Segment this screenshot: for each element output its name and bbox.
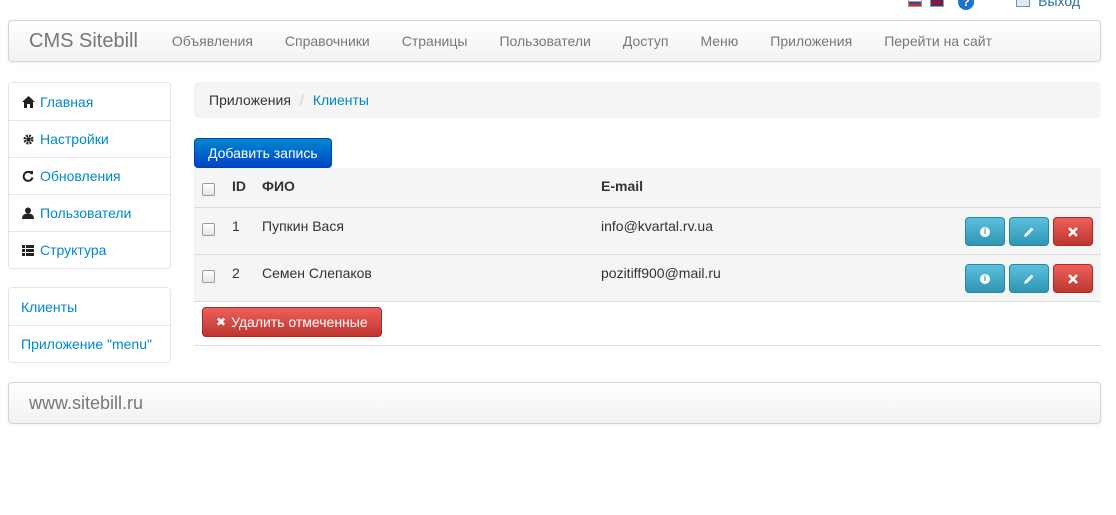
home-icon [21,95,35,109]
info-icon: i [980,273,990,284]
logout-link[interactable]: Выход [1038,0,1080,9]
sidebar-item-label: Настройки [40,131,109,147]
sidebar-item-settings[interactable]: Настройки [9,120,170,157]
clients-table: ID ФИО E-mail 1 Пупкин Вася info@kvartal… [194,168,1101,302]
gear-icon [21,132,35,146]
footer: www.sitebill.ru [8,382,1101,424]
sidebar-item-structure[interactable]: Структура [9,231,170,268]
breadcrumb: Приложения / Клиенты [194,82,1101,118]
sidebar-item-home[interactable]: Главная [9,83,170,120]
edit-icon [1024,227,1034,237]
column-header-name: ФИО [254,168,593,208]
view-button[interactable]: i [965,264,1005,293]
sidebar-item-label: Пользователи [40,205,132,221]
cell-email: info@kvartal.rv.ua [593,207,913,255]
sidebar-item-updates[interactable]: Обновления [9,157,170,194]
delete-button[interactable] [1053,217,1093,246]
sidebar-nav: Главная Настройки Обновления Пользовател… [8,82,171,269]
bulk-actions: ✖ Удалить отмеченные [194,299,1101,346]
edit-button[interactable] [1009,217,1049,246]
close-icon: ✖ [216,315,227,329]
add-record-button[interactable]: Добавить запись [194,138,332,168]
sidebar-item-clients[interactable]: Клиенты [9,288,170,325]
nav-item-dictionaries[interactable]: Справочники [269,33,386,49]
list-icon [21,243,35,257]
edit-icon [1024,274,1034,284]
sidebar-item-label: Клиенты [21,298,78,315]
info-icon: i [980,226,990,237]
sidebar-item-label: Обновления [40,168,121,184]
table-row: 1 Пупкин Вася info@kvartal.rv.ua i [194,207,1101,255]
cell-email: pozitiff900@mail.ru [593,254,913,302]
cell-name: Пупкин Вася [254,207,593,255]
nav-item-users[interactable]: Пользователи [483,33,606,49]
sidebar-apps: Клиенты Приложение "menu" [8,287,171,363]
top-utility-bar: ? Выход [908,0,1080,14]
breadcrumb-separator: / [299,92,304,108]
nav-item-menu[interactable]: Меню [684,33,754,49]
help-icon[interactable]: ? [958,0,975,10]
flag-gb-icon[interactable] [930,0,945,7]
breadcrumb-apps[interactable]: Приложения [209,92,291,108]
nav-item-ads[interactable]: Объявления [156,33,269,49]
nav-item-pages[interactable]: Страницы [386,33,484,49]
row-checkbox[interactable] [202,270,215,283]
sidebar-item-label: Структура [40,242,107,258]
table-header-row: ID ФИО E-mail [194,168,1101,208]
flag-ru-icon[interactable] [908,0,923,7]
main-navbar: CMS Sitebill Объявления Справочники Стра… [8,20,1101,62]
breadcrumb-clients[interactable]: Клиенты [313,92,369,108]
delete-button[interactable] [1053,264,1093,293]
column-header-email: E-mail [593,168,913,208]
refresh-icon [21,169,35,183]
column-header-id: ID [224,168,254,208]
delete-selected-label: Удалить отмеченные [231,314,368,330]
table-row: 2 Семен Слепаков pozitiff900@mail.ru i [194,254,1101,302]
view-button[interactable]: i [965,217,1005,246]
cell-id: 1 [224,207,254,255]
sidebar-item-label: Главная [40,93,94,110]
select-all-checkbox[interactable] [202,183,215,196]
footer-site-link[interactable]: www.sitebill.ru [29,393,143,414]
brand[interactable]: CMS Sitebill [9,30,156,53]
nav-item-access[interactable]: Доступ [607,33,685,49]
row-checkbox[interactable] [202,223,215,236]
delete-icon [1068,226,1078,237]
nav-item-go-to-site[interactable]: Перейти на сайт [868,33,1008,49]
cell-id: 2 [224,254,254,302]
logout-icon[interactable] [1016,0,1031,7]
nav-item-apps[interactable]: Приложения [754,33,868,49]
sidebar-item-app-menu[interactable]: Приложение "menu" [9,325,170,362]
delete-selected-button[interactable]: ✖ Удалить отмеченные [202,307,382,337]
delete-icon [1068,273,1078,284]
sidebar-item-label: Приложение "menu" [21,336,152,352]
cell-name: Семен Слепаков [254,254,593,302]
sidebar-item-users[interactable]: Пользователи [9,194,170,231]
user-icon [21,206,35,220]
edit-button[interactable] [1009,264,1049,293]
